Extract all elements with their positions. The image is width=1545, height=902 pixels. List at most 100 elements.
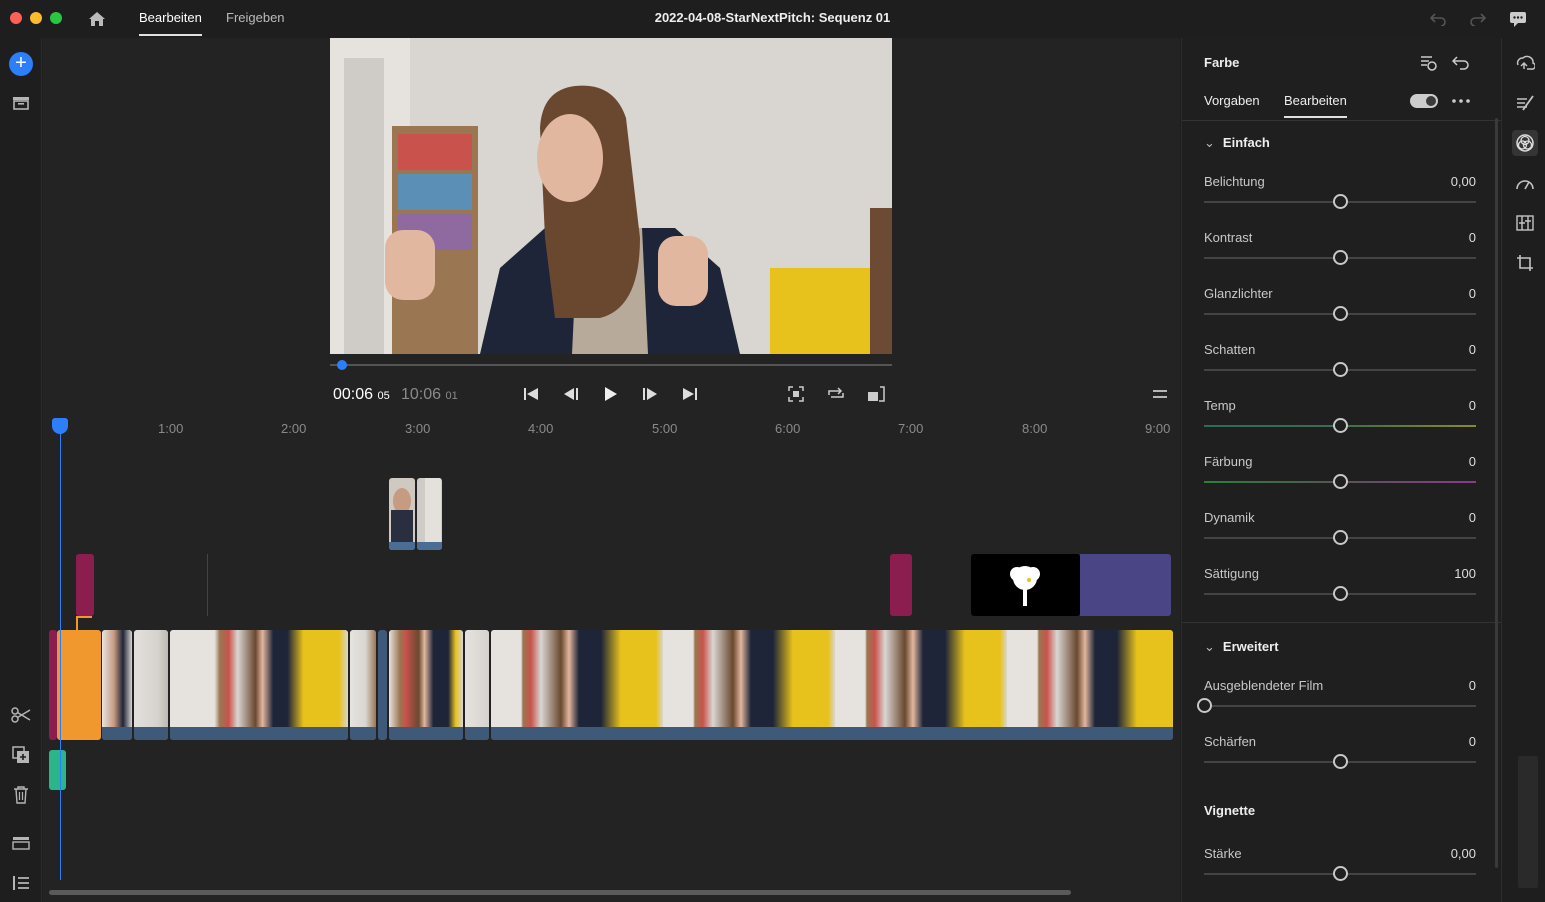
slider-value[interactable]: 0: [1469, 734, 1476, 749]
total-duration: 10:06 01: [401, 386, 458, 403]
timeline-ruler[interactable]: 1:00 2:00 3:00 4:00 5:00 6:00 7:00 8:00 …: [48, 416, 1178, 440]
video-clip[interactable]: [102, 630, 132, 740]
slider-handle[interactable]: [1197, 698, 1212, 713]
chevron-down-icon: ⌄: [1204, 639, 1215, 654]
slider-label: Ausgeblendeter Film: [1204, 678, 1324, 693]
slider-label: Schärfen: [1204, 734, 1257, 749]
timeline-menu-icon[interactable]: [1149, 384, 1171, 404]
video-clip[interactable]: [170, 630, 348, 740]
trash-icon[interactable]: [10, 784, 32, 806]
auto-reframe-icon[interactable]: [1512, 50, 1538, 76]
skip-to-end-icon[interactable]: [679, 384, 701, 404]
graphic-clip[interactable]: [1080, 554, 1171, 616]
comment-icon[interactable]: [1507, 8, 1529, 30]
section-basic[interactable]: ⌄ Einfach: [1204, 135, 1270, 151]
crop-icon[interactable]: [1512, 250, 1538, 276]
slider-label: Kontrast: [1204, 230, 1253, 245]
more-options-icon[interactable]: [1450, 90, 1472, 112]
fit-to-frame-icon[interactable]: [785, 384, 807, 404]
overlay-clip[interactable]: [389, 478, 415, 550]
video-clip[interactable]: [350, 630, 376, 740]
slider-value[interactable]: 0: [1469, 398, 1476, 413]
video-clip[interactable]: [378, 630, 387, 740]
slider-handle[interactable]: [1333, 418, 1348, 433]
effect-toggle[interactable]: [1410, 94, 1438, 108]
panel-scrollbar[interactable]: [1495, 118, 1498, 868]
slider-label: Färbung: [1204, 454, 1253, 469]
video-clip[interactable]: [465, 630, 489, 740]
slider-track[interactable]: [1204, 705, 1476, 707]
skip-to-start-icon[interactable]: [520, 384, 542, 404]
section-advanced[interactable]: ⌄ Erweitert: [1204, 639, 1279, 655]
video-clip[interactable]: [389, 630, 463, 740]
panel-resize-strip[interactable]: [1518, 756, 1538, 888]
duplicate-icon[interactable]: [10, 744, 32, 766]
main-area: 00:06 05 10:06 01 1:00 2:00 3:00 4:00 5:…: [43, 38, 1180, 902]
undo-icon[interactable]: [1427, 8, 1449, 30]
audio-mixer-icon[interactable]: [1512, 210, 1538, 236]
redo-icon[interactable]: [1467, 8, 1489, 30]
video-frame: [330, 38, 892, 354]
clip-link-line: [76, 616, 92, 630]
slider-handle[interactable]: [1333, 754, 1348, 769]
overlay-clip[interactable]: [417, 478, 442, 550]
loop-icon[interactable]: [825, 384, 847, 404]
right-toolbar: [1501, 38, 1545, 902]
color-icon[interactable]: [1512, 130, 1538, 156]
section-vignette[interactable]: Vignette: [1204, 803, 1255, 818]
slider-value[interactable]: 100: [1454, 566, 1476, 581]
playback-scrubber[interactable]: [330, 364, 892, 366]
video-clip[interactable]: [134, 630, 168, 740]
video-clip[interactable]: [49, 630, 57, 740]
aspect-ratio-icon[interactable]: [865, 384, 887, 404]
slider-value[interactable]: 0: [1469, 286, 1476, 301]
track-settings-icon[interactable]: [10, 832, 32, 854]
slider-handle[interactable]: [1333, 306, 1348, 321]
scissors-icon[interactable]: [10, 704, 32, 726]
slider-handle[interactable]: [1333, 586, 1348, 601]
compare-icon[interactable]: [1418, 52, 1440, 74]
title-clip[interactable]: [890, 554, 912, 616]
slider-handle[interactable]: [1333, 250, 1348, 265]
track-list-icon[interactable]: [10, 872, 32, 894]
tab-presets[interactable]: Vorgaben: [1204, 93, 1260, 108]
scrubber-handle[interactable]: [337, 360, 347, 370]
video-clip[interactable]: [491, 630, 1173, 740]
slider-label: Glanzlichter: [1204, 286, 1273, 301]
slider-value[interactable]: 0: [1469, 510, 1476, 525]
playhead-line: [60, 420, 61, 880]
audio-clip[interactable]: [49, 750, 66, 790]
slider-value[interactable]: 0,00: [1451, 846, 1476, 861]
slider-handle[interactable]: [1333, 194, 1348, 209]
slider-value[interactable]: 0: [1469, 230, 1476, 245]
slider-value[interactable]: 0,00: [1451, 174, 1476, 189]
media-bin-icon[interactable]: [10, 92, 32, 114]
timeline-scrollbar[interactable]: [49, 890, 1071, 895]
title-clip[interactable]: [76, 554, 94, 616]
tab-adjust[interactable]: Bearbeiten: [1284, 93, 1347, 118]
transitions-icon[interactable]: [1512, 90, 1538, 116]
speed-icon[interactable]: [1512, 170, 1538, 196]
play-icon[interactable]: [600, 384, 622, 404]
ruler-tick: 7:00: [898, 421, 924, 436]
ruler-tick: 3:00: [405, 421, 431, 436]
slider-label: Dynamik: [1204, 510, 1255, 525]
slider-value[interactable]: 0: [1469, 678, 1476, 693]
slider-value[interactable]: 0: [1469, 342, 1476, 357]
slider-value[interactable]: 0: [1469, 454, 1476, 469]
program-monitor[interactable]: [330, 38, 892, 354]
ruler-tick: 1:00: [158, 421, 184, 436]
slider-handle[interactable]: [1333, 530, 1348, 545]
playhead-handle[interactable]: [52, 418, 68, 434]
ruler-tick: 4:00: [528, 421, 554, 436]
slider-label: Schatten: [1204, 342, 1256, 357]
add-media-button[interactable]: +: [9, 52, 33, 76]
logo-clip[interactable]: [971, 554, 1080, 616]
selected-video-clip[interactable]: [57, 630, 101, 740]
slider-handle[interactable]: [1333, 362, 1348, 377]
step-forward-icon[interactable]: [639, 384, 661, 404]
step-back-icon[interactable]: [560, 384, 582, 404]
slider-handle[interactable]: [1333, 474, 1348, 489]
slider-handle[interactable]: [1333, 866, 1348, 881]
reset-icon[interactable]: [1450, 52, 1472, 74]
